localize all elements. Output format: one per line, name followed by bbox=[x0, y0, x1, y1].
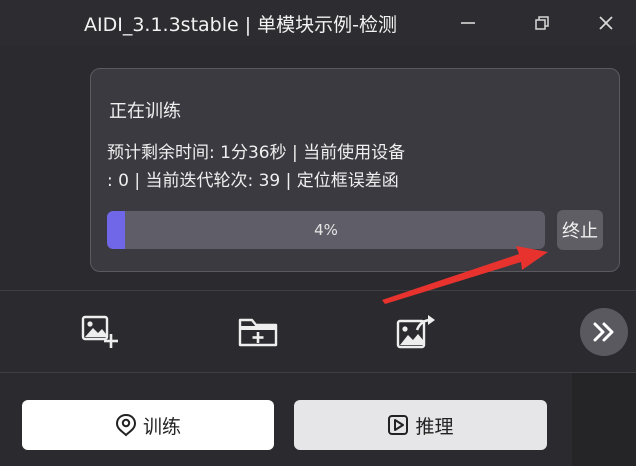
divider bbox=[0, 372, 636, 373]
minimize-button[interactable] bbox=[450, 6, 486, 40]
training-progress-panel: 正在训练 预计剩余时间: 1分36秒 | 当前使用设备 : 0 | 当前迭代轮次… bbox=[90, 68, 620, 272]
training-status: 正在训练 bbox=[109, 101, 181, 122]
window-title: AIDI_3.1.3stable | 单模块示例-检测 bbox=[84, 14, 398, 36]
add-folder-button[interactable] bbox=[236, 312, 280, 352]
progress-label: 4% bbox=[314, 221, 338, 239]
more-button[interactable] bbox=[580, 308, 628, 356]
training-info: 预计剩余时间: 1分36秒 | 当前使用设备 : 0 | 当前迭代轮次: 39 … bbox=[107, 139, 507, 195]
close-button[interactable] bbox=[588, 6, 624, 40]
divider bbox=[0, 290, 636, 291]
training-info-line-2: : 0 | 当前迭代轮次: 39 | 定位框误差函 bbox=[107, 171, 399, 191]
minimize-icon bbox=[461, 22, 475, 24]
restore-button[interactable] bbox=[524, 6, 560, 40]
infer-label: 推理 bbox=[415, 415, 454, 438]
play-icon bbox=[388, 415, 409, 435]
infer-button[interactable]: 推理 bbox=[294, 400, 547, 450]
stop-button[interactable]: 终止 bbox=[557, 210, 603, 250]
side-panel-strip bbox=[572, 373, 636, 466]
add-folder-icon bbox=[238, 318, 278, 347]
training-info-line-1: 预计剩余时间: 1分36秒 | 当前使用设备 bbox=[107, 143, 406, 163]
progress-bar: 4% bbox=[107, 211, 545, 249]
close-icon bbox=[599, 16, 613, 30]
restore-icon bbox=[535, 16, 549, 30]
title-bar: AIDI_3.1.3stable | 单模块示例-检测 bbox=[0, 0, 636, 46]
export-image-icon bbox=[396, 315, 435, 349]
train-icon bbox=[115, 413, 136, 437]
export-image-button[interactable] bbox=[394, 312, 438, 352]
add-image-icon bbox=[81, 315, 118, 348]
train-label: 训练 bbox=[142, 415, 181, 438]
add-image-button[interactable] bbox=[78, 312, 122, 352]
train-button[interactable]: 训练 bbox=[22, 400, 274, 450]
double-chevron-right-icon bbox=[593, 322, 614, 342]
